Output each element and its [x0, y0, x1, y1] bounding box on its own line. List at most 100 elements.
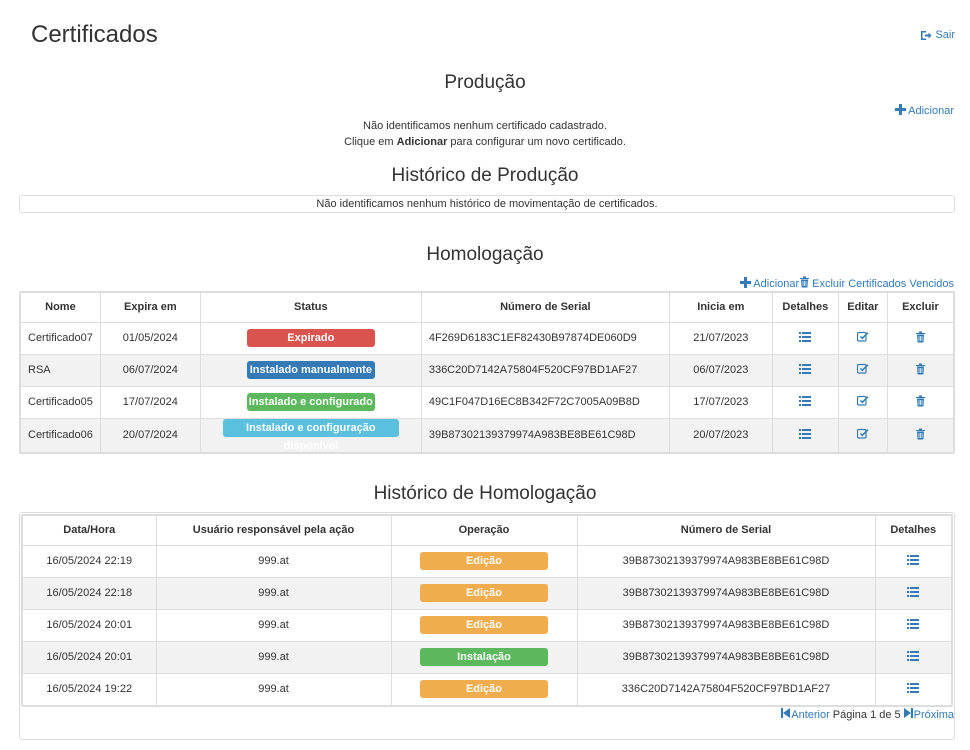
operation-badge: Edição [420, 616, 548, 634]
trash-icon[interactable] [915, 331, 926, 346]
table-row[interactable]: 16/05/2024 20:01 999.at Instalação 39B87302… [23, 640, 951, 674]
edit-icon[interactable] [856, 428, 869, 442]
column-header[interactable]: Número de Serial [420, 293, 670, 323]
history-serial: 336C20D7142A75804F520CF97BD1AF27 [576, 672, 876, 705]
history-serial: 39B87302139379974A983BE8BE61C98D [576, 640, 876, 674]
homologacao-title: Homologação [426, 244, 544, 265]
homologacao-table: Nome Expira em Status Número de Serial Inici… [19, 291, 955, 454]
list-icon[interactable] [907, 650, 920, 664]
edit-icon[interactable] [856, 395, 869, 409]
producao-empty-line1: Não identificamos nenhum certificado cad… [363, 120, 607, 132]
trash-icon[interactable] [915, 363, 926, 378]
cert-serial: 336C20D7142A75804F520CF97BD1AF27 [420, 353, 670, 387]
cert-starts: 17/07/2023 [668, 385, 773, 419]
delete-cell [886, 417, 953, 452]
list-icon[interactable] [799, 395, 812, 409]
cert-expires: 20/07/2024 [99, 417, 201, 452]
table-row[interactable]: RSA 06/07/2024 Instalado manualmente 336C20… [21, 353, 953, 387]
edit-icon[interactable] [856, 363, 869, 377]
trash-icon[interactable] [915, 428, 926, 443]
page-title: Certificados [31, 21, 158, 48]
table-row[interactable]: 16/05/2024 20:01 999.at Edição 39B873021393… [23, 608, 951, 642]
pagination: Anterior Página 1 de 5 Próxima [781, 708, 954, 721]
column-header[interactable]: Excluir [886, 293, 953, 323]
details-cell [771, 321, 839, 355]
homologacao-add-label: Adicionar [753, 277, 800, 290]
column-header[interactable]: Editar [837, 293, 888, 323]
list-icon[interactable] [907, 554, 920, 568]
list-icon[interactable] [907, 618, 920, 632]
list-icon[interactable] [799, 428, 812, 442]
list-icon[interactable] [799, 331, 812, 345]
cert-status-cell: Instalado e configurado [199, 385, 422, 419]
list-icon[interactable] [799, 363, 812, 377]
cert-expires: 01/05/2024 [99, 321, 201, 355]
pager-page-text: Página 1 de 5 [832, 708, 901, 721]
trash-icon[interactable] [915, 395, 926, 410]
empty-line2-bold: Adicionar [396, 136, 448, 148]
details-cell [874, 544, 951, 578]
historico-producao-title: Histórico de Produção [391, 165, 579, 186]
history-user: 999.at [155, 608, 392, 642]
table-row[interactable]: Certificado06 20/07/2024 Instalado e confi… [21, 417, 953, 452]
table-row[interactable]: Certificado05 17/07/2024 Instalado e confi… [21, 385, 953, 419]
list-icon[interactable] [907, 586, 920, 600]
delete-expired-link[interactable]: Excluir Certificados Vencidos [799, 276, 954, 291]
cert-expires: 06/07/2024 [99, 353, 201, 387]
table-row[interactable]: Certificado07 01/05/2024 Expirado 4F269D618… [21, 321, 953, 355]
list-icon[interactable] [907, 682, 920, 696]
cert-serial: 4F269D6183C1EF82430B97874DE060D9 [420, 321, 670, 355]
delete-cell [886, 321, 953, 355]
edit-cell [837, 353, 888, 387]
producao-empty-message: Não identificamos nenhum certificado cad… [0, 118, 970, 150]
historico-homologacao-title: Histórico de Homologação [373, 483, 597, 504]
column-header[interactable]: Nome [21, 293, 101, 323]
producao-title: Produção [444, 72, 526, 93]
column-header[interactable]: Expira em [99, 293, 201, 323]
column-header[interactable]: Número de Serial [576, 516, 876, 546]
column-header[interactable]: Detalhes [771, 293, 839, 323]
historico-producao-box: Não identificamos nenhum histórico de mo… [19, 195, 955, 213]
column-header[interactable]: Operação [390, 516, 578, 546]
table-row[interactable]: 16/05/2024 22:19 999.at Edição 39B873021393… [23, 544, 951, 578]
delete-expired-label: Excluir Certificados Vencidos [812, 277, 954, 290]
history-operation-cell: Edição [390, 672, 578, 705]
cert-serial: 39B87302139379974A983BE8BE61C98D [420, 417, 670, 452]
history-operation-cell: Edição [390, 576, 578, 610]
homologacao-add-link[interactable]: Adicionar [740, 276, 800, 291]
homologacao-actions: Adicionar Excluir Certificados Vencidos [740, 276, 954, 291]
history-datetime: 16/05/2024 20:01 [23, 608, 157, 642]
details-cell [874, 640, 951, 674]
history-user: 999.at [155, 672, 392, 705]
column-header[interactable]: Inicia em [668, 293, 773, 323]
history-user: 999.at [155, 576, 392, 610]
edit-icon[interactable] [856, 331, 869, 345]
status-badge: Instalado manualmente [246, 361, 375, 379]
logout-link[interactable]: Sair [920, 29, 955, 41]
table-row[interactable]: 16/05/2024 19:22 999.at Edição 336C20D7142A… [23, 672, 951, 705]
column-header[interactable]: Status [199, 293, 422, 323]
column-header[interactable]: Usuário responsável pela ação [155, 516, 392, 546]
edit-cell [837, 385, 888, 419]
history-user: 999.at [155, 640, 392, 674]
history-operation-cell: Edição [390, 608, 578, 642]
history-serial: 39B87302139379974A983BE8BE61C98D [576, 544, 876, 578]
history-datetime: 16/05/2024 20:01 [23, 640, 157, 674]
edit-cell [837, 417, 888, 452]
status-badge: Expirado [246, 329, 375, 347]
history-user: 999.at [155, 544, 392, 578]
table-row[interactable]: 16/05/2024 22:18 999.at Edição 39B873021393… [23, 576, 951, 610]
operation-badge: Edição [420, 584, 548, 602]
delete-cell [886, 353, 953, 387]
details-cell [771, 385, 839, 419]
column-header[interactable]: Data/Hora [23, 516, 157, 546]
pager-prev[interactable]: Anterior [781, 708, 830, 721]
plus-icon [895, 104, 907, 118]
producao-add-link[interactable]: Adicionar [895, 104, 954, 118]
history-datetime: 16/05/2024 22:19 [23, 544, 157, 578]
operation-badge: Edição [420, 552, 548, 570]
step-forward-icon [903, 708, 913, 721]
column-header[interactable]: Detalhes [874, 516, 951, 546]
cert-starts: 20/07/2023 [668, 417, 773, 452]
pager-next[interactable]: Próxima [903, 708, 954, 721]
